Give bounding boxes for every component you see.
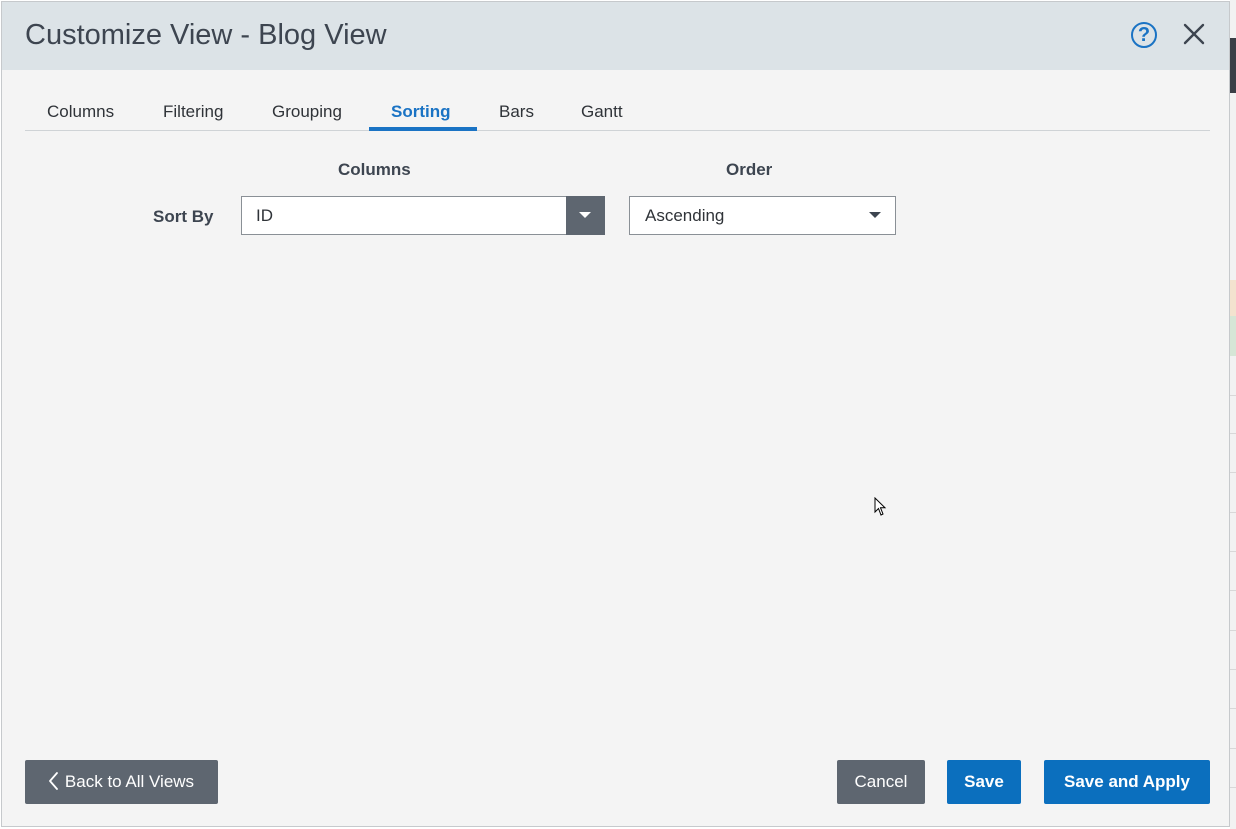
tab-columns[interactable]: Columns (47, 102, 114, 122)
chevron-left-icon (49, 772, 58, 790)
back-to-all-views-button[interactable]: Back to All Views (25, 760, 218, 804)
save-and-apply-button[interactable]: Save and Apply (1044, 760, 1210, 804)
tab-bar: Columns Filtering Grouping Sorting Bars … (25, 90, 1210, 131)
tab-filtering[interactable]: Filtering (163, 102, 223, 122)
cancel-button[interactable]: Cancel (837, 760, 925, 804)
save-button[interactable]: Save (947, 760, 1021, 804)
tab-grouping[interactable]: Grouping (272, 102, 342, 122)
sort-order-select[interactable]: Ascending (629, 196, 896, 235)
tab-gantt[interactable]: Gantt (581, 102, 623, 122)
back-button-label: Back to All Views (64, 772, 195, 791)
caret-down-icon (579, 212, 591, 218)
sort-column-select[interactable]: ID (241, 196, 605, 235)
sort-order-value: Ascending (645, 206, 725, 225)
active-tab-indicator (369, 127, 477, 131)
order-header: Order (726, 160, 773, 179)
dialog-title: Customize View - Blog View (25, 19, 387, 51)
caret-down-icon (869, 212, 881, 218)
sort-by-label: Sort By (153, 207, 214, 226)
question-circle-icon[interactable]: ? (1131, 22, 1157, 48)
background-app-edge (1230, 0, 1236, 829)
customize-view-dialog: Customize View - Blog View ? Columns Fil… (1, 1, 1230, 827)
sort-column-value: ID (256, 206, 273, 225)
mouse-cursor-icon (874, 497, 887, 516)
columns-header: Columns (338, 160, 411, 179)
dialog-title-bar: Customize View - Blog View ? (2, 2, 1229, 70)
tab-sorting[interactable]: Sorting (391, 102, 451, 122)
tab-bars[interactable]: Bars (499, 102, 534, 122)
sort-column-dropdown-button[interactable] (566, 196, 605, 235)
close-x-icon[interactable] (1182, 22, 1206, 46)
